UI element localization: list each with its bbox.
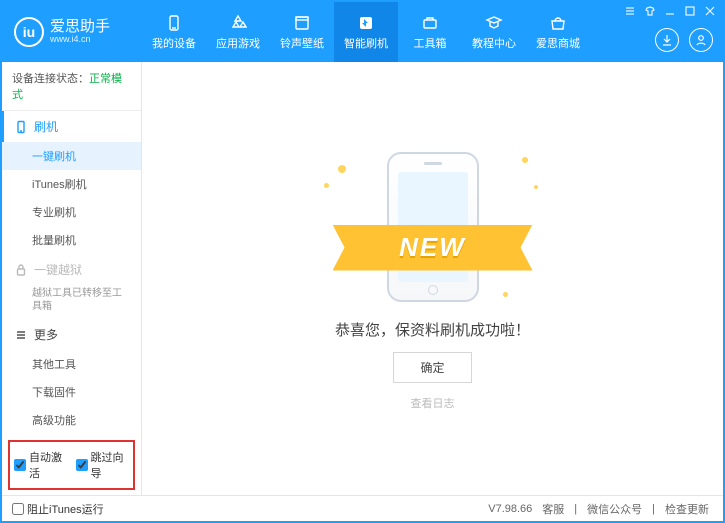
jailbreak-note: 越狱工具已转移至工具箱	[2, 285, 141, 319]
maximize-icon[interactable]	[683, 4, 697, 18]
lock-icon	[14, 263, 28, 277]
nav-label: 应用游戏	[216, 35, 260, 51]
nav-label: 铃声壁纸	[280, 35, 324, 51]
ok-button[interactable]: 确定	[393, 352, 471, 383]
category-label: 一键越狱	[34, 261, 82, 278]
category-label: 更多	[34, 326, 58, 343]
window-controls	[623, 4, 717, 18]
footer-check-update[interactable]: 检查更新	[661, 501, 713, 517]
device-icon	[165, 14, 183, 32]
connection-status: 设备连接状态：正常模式	[2, 62, 141, 111]
nav-label: 智能刷机	[344, 35, 388, 51]
version-label: V7.98.66	[488, 503, 532, 515]
logo-title: 爱思助手	[50, 19, 110, 36]
category-more[interactable]: 更多	[2, 319, 141, 350]
category-label: 刷机	[34, 118, 58, 135]
apps-icon	[229, 14, 247, 32]
sidebar-item-other-tools[interactable]: 其他工具	[2, 350, 141, 378]
sidebar-item-batch-flash[interactable]: 批量刷机	[2, 226, 141, 254]
wallpaper-icon	[293, 14, 311, 32]
nav-tutorials[interactable]: 教程中心	[462, 2, 526, 62]
minimize-icon[interactable]	[663, 4, 677, 18]
footer-support[interactable]: 客服	[538, 501, 568, 517]
sidebar-item-advanced[interactable]: 高级功能	[2, 406, 141, 434]
success-illustration: NEW	[318, 147, 548, 307]
nav-store[interactable]: 爱思商城	[526, 2, 590, 62]
checkbox-block-itunes[interactable]: 阻止iTunes运行	[12, 501, 104, 517]
sidebar-item-itunes-flash[interactable]: iTunes刷机	[2, 170, 141, 198]
sidebar: 设备连接状态：正常模式 刷机 一键刷机 iTunes刷机 专业刷机 批量刷机 一…	[2, 62, 142, 495]
nav-ringtones[interactable]: 铃声壁纸	[270, 2, 334, 62]
logo-url: www.i4.cn	[50, 35, 110, 45]
sidebar-item-pro-flash[interactable]: 专业刷机	[2, 198, 141, 226]
close-icon[interactable]	[703, 4, 717, 18]
list-icon	[14, 328, 28, 342]
nav-label: 教程中心	[472, 35, 516, 51]
app-window: iu 爱思助手 www.i4.cn 我的设备 应用游戏 铃声壁纸 智能刷机	[0, 0, 725, 523]
download-icon[interactable]	[655, 28, 679, 52]
header-actions	[655, 28, 713, 52]
user-icon[interactable]	[689, 28, 713, 52]
tutorial-icon	[485, 14, 503, 32]
options-box: 自动激活 跳过向导	[8, 440, 135, 490]
success-message: 恭喜您，保资料刷机成功啦！	[335, 319, 530, 340]
header: iu 爱思助手 www.i4.cn 我的设备 应用游戏 铃声壁纸 智能刷机	[2, 2, 723, 62]
nav-label: 工具箱	[414, 35, 447, 51]
checkbox-skip-guide[interactable]: 跳过向导	[76, 449, 130, 481]
footer-wechat[interactable]: 微信公众号	[583, 501, 646, 517]
logo[interactable]: iu 爱思助手 www.i4.cn	[14, 17, 142, 47]
view-log-link[interactable]: 查看日志	[411, 395, 455, 411]
sidebar-item-onekey-flash[interactable]: 一键刷机	[2, 142, 141, 170]
main-content: NEW 恭喜您，保资料刷机成功啦！ 确定 查看日志	[142, 62, 723, 495]
nav-label: 爱思商城	[536, 35, 580, 51]
nav-toolbox[interactable]: 工具箱	[398, 2, 462, 62]
sidebar-item-download-fw[interactable]: 下载固件	[2, 378, 141, 406]
nav-flash[interactable]: 智能刷机	[334, 2, 398, 62]
category-flash[interactable]: 刷机	[2, 111, 141, 142]
nav-apps[interactable]: 应用游戏	[206, 2, 270, 62]
nav-label: 我的设备	[152, 35, 196, 51]
toolbox-icon	[421, 14, 439, 32]
skin-icon[interactable]	[643, 4, 657, 18]
phone-icon	[14, 120, 28, 134]
flash-icon	[357, 14, 375, 32]
category-jailbreak[interactable]: 一键越狱	[2, 254, 141, 285]
store-icon	[549, 14, 567, 32]
footer: 阻止iTunes运行 V7.98.66 客服 | 微信公众号 | 检查更新	[2, 495, 723, 521]
logo-icon: iu	[14, 17, 44, 47]
new-ribbon: NEW	[333, 225, 533, 271]
body: 设备连接状态：正常模式 刷机 一键刷机 iTunes刷机 专业刷机 批量刷机 一…	[2, 62, 723, 495]
menu-icon[interactable]	[623, 4, 637, 18]
nav-my-device[interactable]: 我的设备	[142, 2, 206, 62]
checkbox-auto-activate[interactable]: 自动激活	[14, 449, 68, 481]
